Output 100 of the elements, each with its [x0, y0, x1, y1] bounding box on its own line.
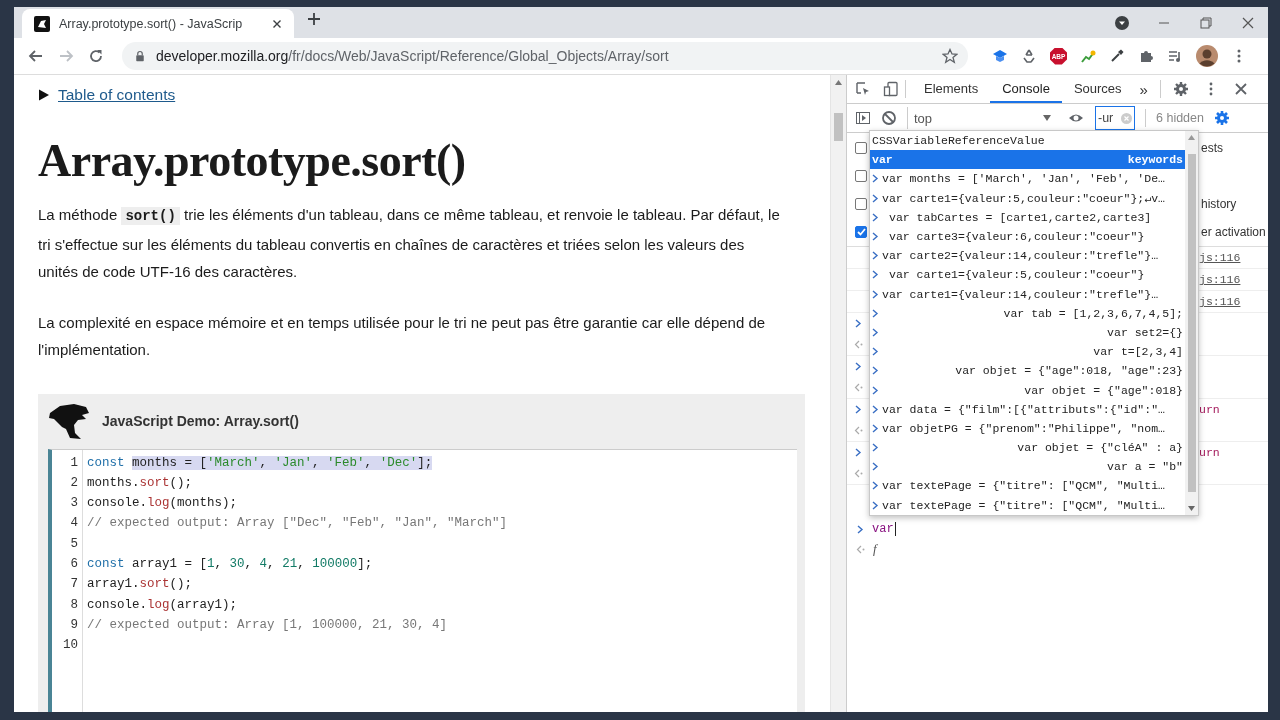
browser-tab[interactable]: Array.prototype.sort() - JavaScrip — [22, 9, 294, 38]
checkbox[interactable] — [855, 198, 867, 210]
page-title: Array.prototype.sort() — [38, 134, 467, 188]
context-dropdown[interactable]: top — [907, 107, 1057, 129]
line-number: 7 — [69, 576, 79, 594]
history-item[interactable]: var objet = {"age":018} — [870, 380, 1185, 400]
checkbox[interactable] — [855, 170, 867, 182]
history-item[interactable]: var set2={} — [870, 322, 1185, 343]
line-number: 9 — [69, 616, 79, 634]
history-item[interactable]: var objet = {"cléA" : a} — [870, 438, 1185, 458]
suggestion-type: keywords — [1127, 153, 1183, 167]
code-line: const array1 = [1, 30, 4, 21, 100000]; — [87, 556, 374, 573]
eager-result: f — [873, 541, 877, 557]
history-item[interactable]: var carte1={valeur:14,couleur:"trefle"}… — [870, 284, 1185, 304]
expand-triangle-icon[interactable] — [38, 89, 50, 101]
address-bar[interactable]: developer.mozilla.org/fr/docs/Web/JavaScript/Reference/Global_Objects/Array/sort — [122, 42, 968, 70]
favicon-icon — [34, 15, 50, 32]
console-input[interactable]: var — [872, 522, 896, 536]
result-arrow-icon — [856, 544, 865, 554]
result-arrow-icon — [854, 340, 863, 349]
line-number: 3 — [69, 495, 79, 513]
line-number: 8 — [69, 596, 79, 614]
star-icon[interactable] — [942, 48, 958, 64]
result-arrow-icon — [854, 469, 863, 478]
suggestion-item[interactable]: CSSVariableReferenceValue — [870, 131, 1185, 151]
reload-icon[interactable] — [88, 48, 104, 64]
checkbox[interactable] — [855, 226, 867, 238]
code-line: // expected output: Array ["Dec", "Feb", "Jan", "March"] — [87, 515, 508, 533]
code-fragment: urn — [1199, 403, 1221, 416]
code-line: const months = ['March', 'Jan', 'Feb', 'Dec']; — [87, 454, 434, 472]
paragraph: La méthode sort() trie les éléments d'un tableau, dans ce même tableau, et renvoie le tableau. Par défaut, le tri s'effectue sur les éléments du tableau convertis en chaînes de caractères et triées selon les valeurs des unités de code UTF-16 des caractères. — [38, 205, 780, 282]
prompt-icon — [855, 319, 862, 328]
code-editor[interactable] — [48, 448, 797, 712]
dinosaur-icon — [48, 403, 90, 439]
setting-label: er activation — [1200, 225, 1267, 239]
scrollbar-thumb[interactable] — [1187, 154, 1196, 492]
suggestion-item[interactable]: var keywords — [870, 150, 1185, 170]
popup-scrollbar[interactable] — [1185, 131, 1198, 515]
history-item[interactable]: var tabCartes = [carte1,carte2,carte3] — [870, 207, 1185, 227]
history-item[interactable]: var textePage = {"titre": ["QCM", "Multi… — [870, 476, 1185, 496]
restore-icon[interactable] — [1198, 14, 1214, 31]
filter-field[interactable]: -ur — [1095, 106, 1135, 130]
hat-icon[interactable] — [992, 48, 1008, 64]
devtools-tab[interactable]: Sources — [1061, 75, 1134, 103]
lock-icon — [134, 50, 146, 62]
devtools-tab[interactable]: Elements — [912, 75, 991, 103]
scrollbar-thumb[interactable] — [834, 113, 843, 141]
page-scrollbar[interactable] — [830, 75, 846, 712]
setting-label: history — [1200, 197, 1238, 211]
caret-icon — [1043, 115, 1051, 121]
code-line: array1.sort(); — [87, 576, 194, 594]
source-link[interactable]: js:116 — [1199, 295, 1268, 308]
history-item[interactable]: var carte3={valeur:6,couleur:"coeur"} — [870, 226, 1185, 247]
history-item[interactable]: var objet = {"age":018, "age":23} — [870, 361, 1185, 381]
eyedropper-icon[interactable] — [1109, 48, 1125, 64]
history-item[interactable]: var carte2={valeur:14,couleur:"trefle"}… — [870, 246, 1185, 266]
prompt-icon — [857, 524, 864, 534]
profile-dropdown-icon[interactable] — [1114, 14, 1130, 31]
device-toolbar-icon[interactable] — [883, 81, 899, 97]
line-number: 2 — [69, 474, 79, 492]
extensions-icon[interactable] — [1138, 48, 1154, 64]
source-link[interactable]: js:116 — [1199, 273, 1268, 286]
line-number: 6 — [69, 556, 79, 573]
checkbox[interactable] — [855, 142, 867, 154]
history-item[interactable]: var data = {"film":[{"attributs":{"id":"… — [870, 399, 1185, 419]
table-of-contents-link[interactable]: Table of contents — [58, 86, 176, 104]
playlist-icon[interactable] — [1167, 48, 1183, 64]
sidebar-toggle-icon[interactable] — [855, 110, 871, 126]
history-item[interactable]: var objetPG = {"prenom":"Philippe", "nom… — [870, 418, 1185, 438]
prompt-icon — [855, 362, 862, 371]
clear-console-icon[interactable] — [881, 110, 897, 126]
history-item[interactable]: var carte1={valeur:5,couleur:"coeur"};↵v… — [870, 188, 1185, 208]
prompt-icon — [855, 405, 862, 414]
prompt-icon — [855, 448, 862, 457]
devtools-tab[interactable]: Console — [990, 75, 1062, 103]
inspect-icon[interactable] — [855, 81, 871, 97]
demo-title: JavaScript Demo: Array.sort() — [102, 413, 299, 429]
history-item[interactable]: var t=[2,3,4] — [870, 342, 1185, 362]
code-line: months.sort(); — [87, 474, 194, 492]
scroll-down-arrow-icon[interactable] — [1188, 505, 1195, 511]
new-tab-icon[interactable] — [306, 11, 322, 27]
result-arrow-icon — [854, 426, 863, 435]
avatar-icon[interactable] — [1196, 45, 1218, 67]
chart-icon[interactable] — [1080, 48, 1096, 64]
back-icon[interactable] — [28, 48, 44, 64]
source-link[interactable]: js:116 — [1199, 251, 1268, 264]
history-item[interactable]: var textePage = {"titre": ["QCM", "Multi… — [870, 495, 1185, 515]
settings-icon[interactable] — [1172, 81, 1189, 97]
scroll-up-arrow-icon[interactable] — [835, 80, 842, 85]
history-item[interactable]: var months = ['March', 'Jan', 'Feb', 'De… — [870, 169, 1185, 189]
more-tabs-button[interactable]: » — [1133, 80, 1154, 98]
close-icon[interactable] — [1232, 81, 1249, 97]
line-number: 10 — [62, 637, 79, 655]
code-line: console.log(months); — [87, 495, 239, 513]
history-item[interactable]: var tab = [1,2,3,6,7,4,5]; — [870, 303, 1185, 323]
settings-icon[interactable] — [1213, 110, 1230, 126]
line-number: 4 — [69, 515, 79, 533]
history-item[interactable]: var a = "b" — [870, 457, 1185, 477]
paragraph: La complexité en espace mémoire et en temps utilisée pour le tri ne peut pas être garantie car elle dépend de l'implémentation. — [38, 312, 767, 360]
history-item[interactable]: var carte1={valeur:5,couleur:"coeur"} — [870, 265, 1185, 285]
